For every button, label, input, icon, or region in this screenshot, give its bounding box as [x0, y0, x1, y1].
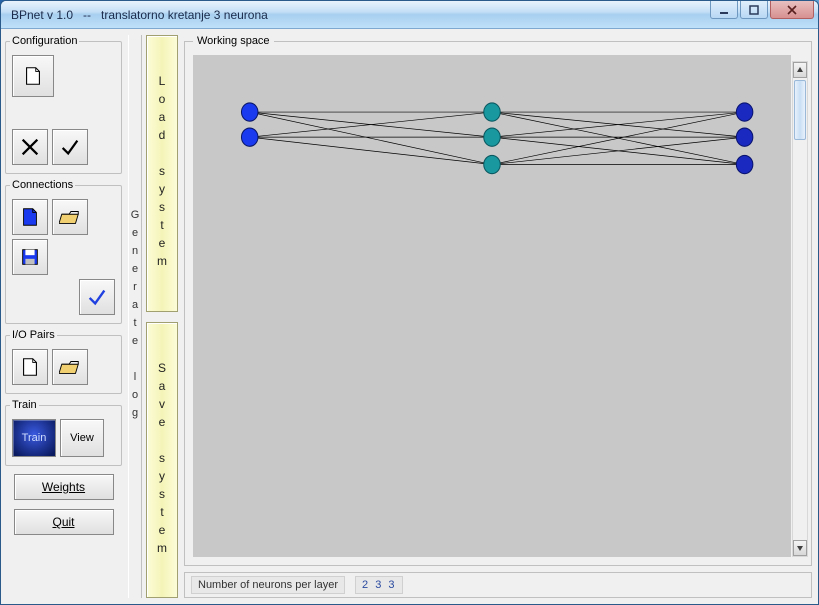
minimize-button[interactable] — [710, 1, 738, 19]
train-button[interactable]: Train — [12, 419, 56, 457]
workspace-canvas[interactable] — [193, 55, 791, 557]
group-configuration-legend: Configuration — [10, 35, 79, 47]
titlebar[interactable]: BPnet v 1.0 -- translatorno kretanje 3 n… — [1, 1, 818, 29]
workspace-legend: Working space — [193, 35, 274, 47]
window-buttons — [708, 1, 814, 19]
client-area: Configuration Connections — [1, 29, 818, 604]
workspace-vscrollbar[interactable] — [792, 61, 808, 557]
group-connections: Connections — [5, 179, 122, 324]
connections-confirm-button[interactable] — [79, 279, 115, 315]
group-io-pairs: I/O Pairs — [5, 329, 122, 394]
io-open-button[interactable] — [52, 349, 88, 385]
connections-save-button[interactable] — [12, 239, 48, 275]
connections-new-button[interactable] — [12, 199, 48, 235]
load-save-column: Load system Save system — [146, 35, 178, 598]
group-configuration: Configuration — [5, 35, 122, 174]
status-bar: Number of neurons per layer 2 3 3 — [184, 572, 812, 598]
scroll-up-icon[interactable] — [793, 62, 807, 78]
app-window: BPnet v 1.0 -- translatorno kretanje 3 n… — [0, 0, 819, 605]
maximize-button[interactable] — [740, 1, 768, 19]
generate-log-bar[interactable]: Generate log — [128, 35, 142, 598]
generate-log-label: Generate log — [129, 209, 141, 425]
sidebar: Configuration Connections — [1, 29, 126, 604]
close-button[interactable] — [770, 1, 814, 19]
scroll-thumb[interactable] — [794, 80, 806, 140]
config-new-button[interactable] — [12, 55, 54, 97]
group-connections-legend: Connections — [10, 179, 75, 191]
config-cancel-button[interactable] — [12, 129, 48, 165]
connections-open-button[interactable] — [52, 199, 88, 235]
main-area: Working space Number of neurons per laye… — [180, 29, 818, 604]
group-train-legend: Train — [10, 399, 39, 411]
status-label: Number of neurons per layer — [191, 576, 345, 594]
save-system-button[interactable]: Save system — [146, 322, 178, 599]
load-system-button[interactable]: Load system — [146, 35, 178, 312]
window-title: BPnet v 1.0 -- translatorno kretanje 3 n… — [11, 8, 268, 22]
weights-button[interactable]: Weights — [14, 474, 114, 500]
group-io-pairs-legend: I/O Pairs — [10, 329, 57, 341]
io-new-button[interactable] — [12, 349, 48, 385]
workspace: Working space — [184, 35, 812, 566]
quit-button[interactable]: Quit — [14, 509, 114, 535]
group-train: Train Train View — [5, 399, 122, 466]
scroll-down-icon[interactable] — [793, 540, 807, 556]
save-system-label: Save system — [155, 361, 169, 559]
config-confirm-button[interactable] — [52, 129, 88, 165]
network-diagram — [193, 55, 791, 557]
view-button[interactable]: View — [60, 419, 104, 457]
load-system-label: Load system — [155, 74, 169, 272]
status-values: 2 3 3 — [355, 576, 403, 594]
